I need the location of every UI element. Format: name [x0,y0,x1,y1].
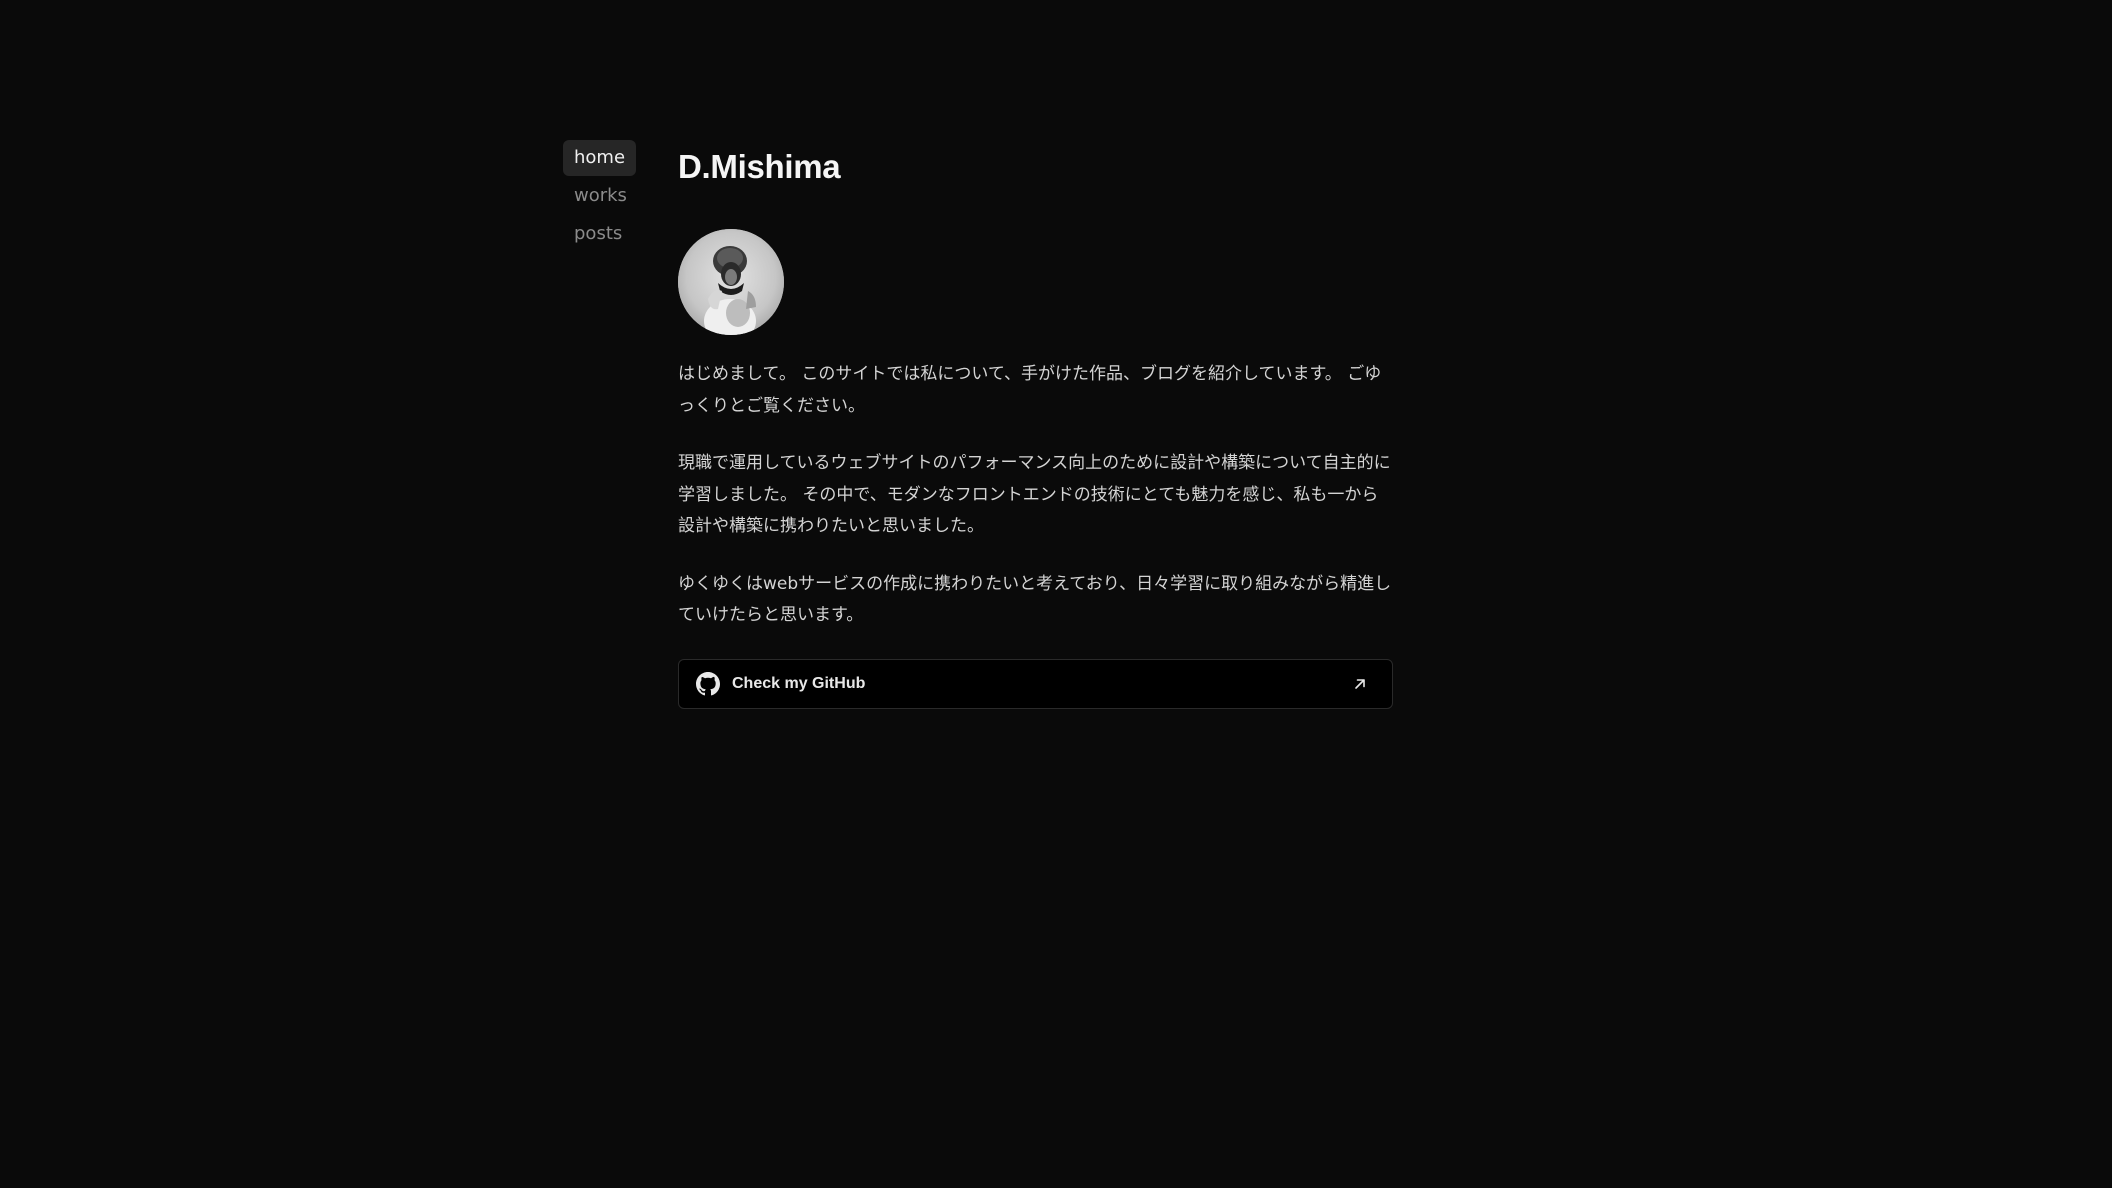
intro-paragraph-2: 現職で運用しているウェブサイトのパフォーマンス向上のために設計や構築について自主… [678,453,1391,536]
intro-paragraph-1: はじめまして。 このサイトでは私について、手がけた作品、ブログを紹介しています。… [678,364,1382,416]
intro-paragraph-3: ゆくゆくはwebサービスの作成に携わりたいと考えており、日々学習に取り組みながら… [678,573,1392,626]
avatar [678,229,784,335]
nav-item-home[interactable]: home [563,140,637,176]
nav-item-posts[interactable]: posts [563,216,633,252]
nav-item-works[interactable]: works [563,178,638,214]
main-content: D.Mishima はじめまして。 このサイトでは私について、手がけた作品、ブロ… [678,140,1393,709]
profile-photo-icon [678,229,784,335]
github-icon [696,671,720,696]
page-layout: home works posts D.Mishima はじめまして。 このサイト… [563,140,1393,709]
github-link-card[interactable]: Check my GitHub [678,658,1393,709]
arrow-up-right-icon [1350,674,1370,694]
page-title: D.Mishima [678,148,841,185]
github-link-label: Check my GitHub [732,674,866,692]
sidebar-nav: home works posts [563,140,678,709]
